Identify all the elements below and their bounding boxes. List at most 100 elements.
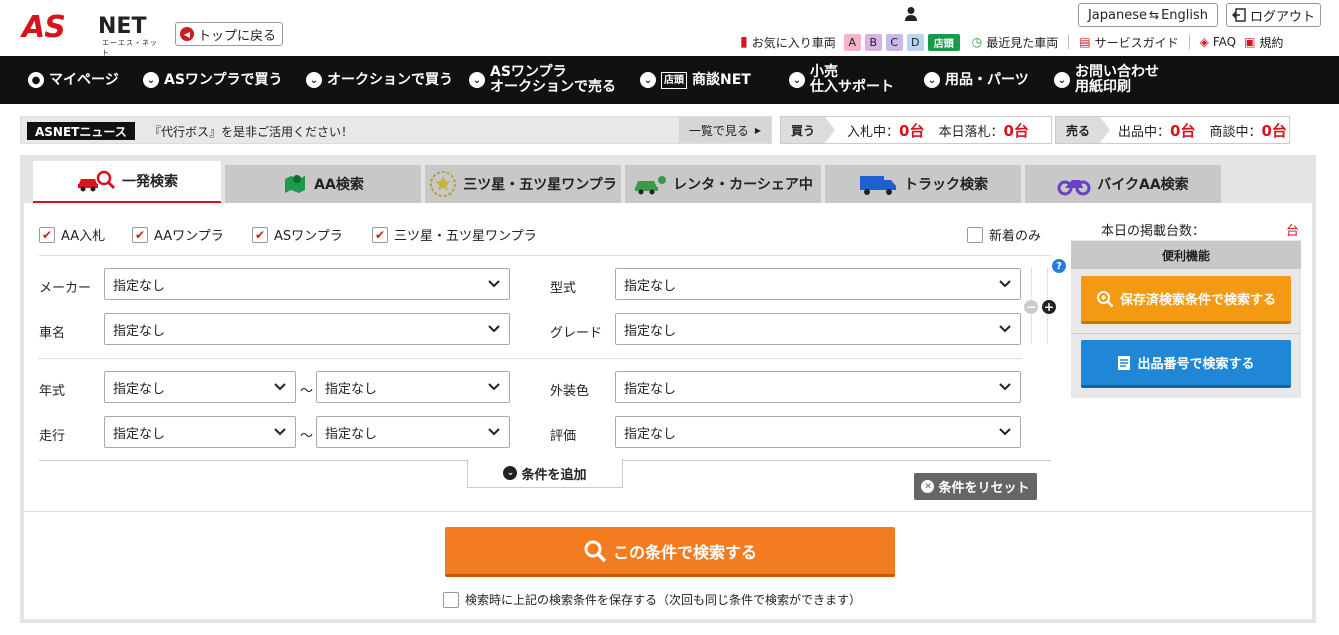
save-conditions-option[interactable]: 検索時に上記の検索条件を保存する（次回も同じ条件で検索ができます） xyxy=(443,591,861,608)
filter-new-only[interactable]: 新着のみ xyxy=(967,225,1041,244)
recent-link[interactable]: 最近見た車両 xyxy=(986,34,1058,51)
rating-select[interactable]: 指定なし xyxy=(615,416,1021,448)
back-to-top-label: トップに戻る xyxy=(198,28,277,44)
filter-label: 三ツ星・五ツ星ワンプラ xyxy=(394,229,537,244)
range-tilde: ～ xyxy=(300,384,314,399)
header-links: ▮ お気に入り車両 A B C D 店頭 ◷ 最近見た車両 ▤ サービスガイド … xyxy=(740,33,1283,51)
guide-icon: ▤ xyxy=(1079,35,1091,49)
chevron-left-icon: ◀ xyxy=(180,27,194,41)
car-search-icon xyxy=(78,170,116,192)
chevron-down-icon xyxy=(274,428,286,436)
nav-buy-auction[interactable]: ⌄ オークションで買う xyxy=(306,56,453,104)
checkbox-unchecked[interactable] xyxy=(443,591,459,608)
select-value: 指定なし xyxy=(624,323,677,339)
lang-to-label: English xyxy=(1161,7,1209,23)
nav-mypage[interactable]: ● マイページ xyxy=(28,56,119,104)
nav-contact[interactable]: ⌄ お問い合わせ 用紙印刷 xyxy=(1054,56,1159,104)
service-guide-link[interactable]: サービスガイド xyxy=(1095,34,1179,51)
buy-tag: 買う xyxy=(781,117,836,143)
help-icon[interactable]: ? xyxy=(1052,259,1066,273)
nego-count[interactable]: 0台 xyxy=(1261,120,1286,141)
reset-label: 条件をリセット xyxy=(938,481,1030,496)
checkbox-checked[interactable]: ✔ xyxy=(39,226,55,243)
favorites-link[interactable]: お気に入り車両 xyxy=(752,34,836,51)
add-condition-button[interactable]: ⌄ 条件を追加 xyxy=(467,459,623,488)
store-badge[interactable]: 店頭 xyxy=(927,33,960,51)
fav-slot-b[interactable]: B xyxy=(864,33,882,51)
tab-bike[interactable]: バイクAA検索 xyxy=(1025,165,1221,203)
maker-label: メーカー xyxy=(39,281,92,296)
filter-aa-onepra[interactable]: ✔ AAワンプラ xyxy=(132,225,224,244)
tab-quick-search[interactable]: 一発検索 xyxy=(33,161,221,203)
asnet-logo[interactable]: AS NET エーエス・ネット xyxy=(22,10,162,57)
nav-shodan-net[interactable]: ⌄ 店頭 商談NET xyxy=(640,56,751,104)
lot-search-label: 出品番号で検索する xyxy=(1137,357,1255,372)
year-label: 年式 xyxy=(39,384,66,399)
today-count-label: 本日の掲載台数： xyxy=(1101,224,1206,239)
filter-star-onepra[interactable]: ✔ 三ツ星・五ツ星ワンプラ xyxy=(372,225,537,244)
car-name-select[interactable]: 指定なし xyxy=(104,313,510,345)
fav-slot-a[interactable]: A xyxy=(843,33,861,51)
filter-label: AA入札 xyxy=(61,229,106,244)
listing-count[interactable]: 0台 xyxy=(1170,120,1195,141)
add-row-icon[interactable]: + xyxy=(1042,300,1056,314)
tab-label: レンタ・カーシェア中 xyxy=(673,177,813,193)
reset-conditions-button[interactable]: ✕ 条件をリセット xyxy=(914,473,1037,500)
user-icon xyxy=(905,7,917,21)
model-select[interactable]: 指定なし xyxy=(615,268,1021,300)
nav-retail-support[interactable]: ⌄ 小売 仕入サポート xyxy=(789,56,894,104)
checkbox-unchecked[interactable] xyxy=(967,226,983,243)
select-value: 指定なし xyxy=(624,381,677,397)
mileage-to-select[interactable]: 指定なし xyxy=(316,416,510,448)
year-from-select[interactable]: 指定なし xyxy=(104,371,296,403)
remove-row-icon[interactable]: − xyxy=(1024,300,1038,314)
news-headline[interactable]: 『代行ボス』を是非ご活用ください！ xyxy=(149,123,353,140)
lang-from-label: Japanese xyxy=(1087,7,1147,23)
chevron-down-icon: ⌄ xyxy=(924,72,940,88)
logout-button[interactable]: ログアウト xyxy=(1226,3,1321,27)
user-icon: ● xyxy=(28,72,44,88)
won-count[interactable]: 0台 xyxy=(1003,120,1028,141)
mileage-from-select[interactable]: 指定なし xyxy=(104,416,296,448)
range-tilde: ～ xyxy=(300,429,314,444)
year-to-select[interactable]: 指定なし xyxy=(316,371,510,403)
tab-rental[interactable]: レンタ・カーシェア中 xyxy=(625,165,821,203)
faq-icon: ◈ xyxy=(1199,35,1209,49)
filter-aa-bid[interactable]: ✔ AA入札 xyxy=(39,225,105,244)
bidding-count[interactable]: 0台 xyxy=(899,120,924,141)
tab-label: AA検索 xyxy=(314,177,364,193)
tab-aa-search[interactable]: AA検索 xyxy=(225,165,421,203)
listing-label: 出品中： xyxy=(1118,124,1171,140)
add-condition-label: 条件を追加 xyxy=(521,467,587,483)
nav-sell[interactable]: ⌄ ASワンプラ オークションで売る xyxy=(469,56,616,104)
language-toggle-button[interactable]: Japanese ⇆ English xyxy=(1078,3,1218,27)
tab-truck[interactable]: トラック検索 xyxy=(825,165,1021,203)
nav-parts[interactable]: ⌄ 用品・パーツ xyxy=(924,56,1029,104)
checkbox-checked[interactable]: ✔ xyxy=(132,226,148,243)
fav-slot-c[interactable]: C xyxy=(885,33,903,51)
back-to-top-button[interactable]: ◀ トップに戻る xyxy=(175,22,284,46)
saved-search-button[interactable]: 保存済検索条件で検索する xyxy=(1081,276,1291,324)
checkbox-checked[interactable]: ✔ xyxy=(372,226,388,243)
filter-as-onepra[interactable]: ✔ ASワンプラ xyxy=(252,225,343,244)
today-count: 本日の掲載台数： 台 xyxy=(1071,213,1301,240)
checkbox-checked[interactable]: ✔ xyxy=(252,226,268,243)
terms-link[interactable]: 規約 xyxy=(1259,34,1283,51)
motorcycle-icon xyxy=(1057,180,1091,196)
tab-star-onepra[interactable]: 三ツ星・五ツ星ワンプラ xyxy=(425,165,621,203)
faq-link[interactable]: FAQ xyxy=(1213,35,1236,49)
select-value: 指定なし xyxy=(325,426,378,442)
chevron-down-icon xyxy=(488,383,500,391)
nav-buy-onepra[interactable]: ⌄ ASワンプラで買う xyxy=(143,56,283,104)
news-more-button[interactable]: 一覧で見る ▶ xyxy=(679,117,771,143)
grade-select[interactable]: 指定なし xyxy=(615,313,1021,345)
search-submit-button[interactable]: この条件で検索する xyxy=(445,527,895,577)
save-conditions-label: 検索時に上記の検索条件を保存する（次回も同じ条件で検索ができます） xyxy=(465,593,862,607)
nav-label: 用品・パーツ xyxy=(945,71,1029,88)
color-select[interactable]: 指定なし xyxy=(615,371,1021,403)
chevron-down-icon xyxy=(488,428,500,436)
lot-search-button[interactable]: 出品番号で検索する xyxy=(1081,340,1291,388)
fav-slot-d[interactable]: D xyxy=(906,33,924,51)
select-value: 指定なし xyxy=(113,426,166,442)
maker-select[interactable]: 指定なし xyxy=(104,268,510,300)
